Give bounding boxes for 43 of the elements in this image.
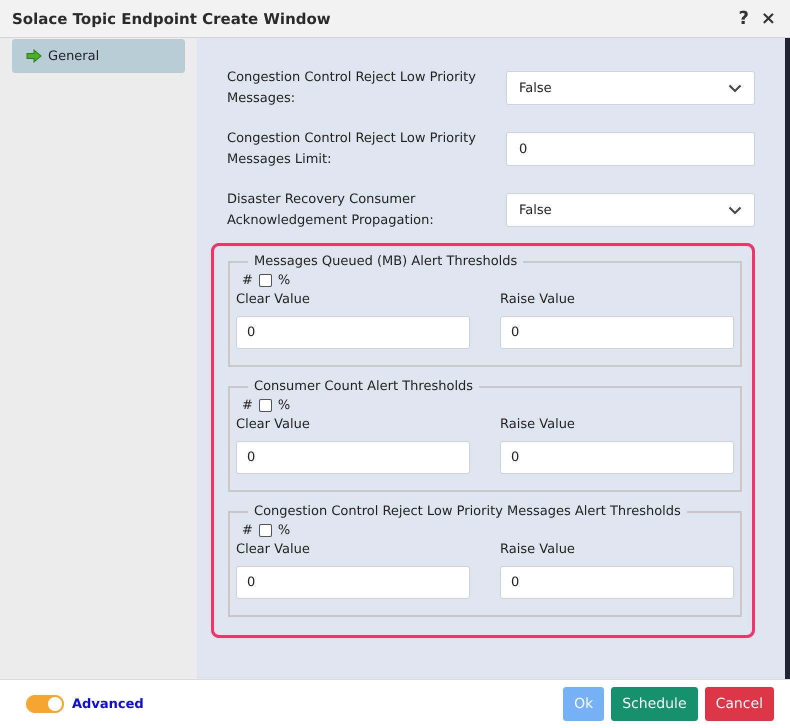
checkbox[interactable] bbox=[258, 274, 272, 287]
sidebar-item-label: General bbox=[48, 48, 100, 64]
advanced-label: Advanced bbox=[72, 696, 144, 712]
field-label: Raise Value bbox=[500, 417, 576, 432]
help-button[interactable]: ? bbox=[736, 8, 751, 29]
input-field[interactable]: 0 bbox=[236, 566, 470, 599]
input-field[interactable]: 0 bbox=[236, 316, 470, 349]
field-label: Raise Value bbox=[500, 542, 576, 557]
chevron-down-icon bbox=[728, 84, 742, 92]
field-label: Clear Value bbox=[236, 292, 311, 307]
window-title: Solace Topic Endpoint Create Window bbox=[12, 10, 331, 28]
dropdown[interactable]: False bbox=[506, 71, 755, 105]
field-label: Disaster Recovery Consumer Acknowledgement Propagation: bbox=[227, 191, 435, 230]
group-title: Consumer Count Alert Thresholds bbox=[253, 379, 474, 394]
input-field[interactable]: 0 bbox=[500, 566, 734, 599]
percent-label: % bbox=[278, 398, 290, 413]
hash-label: # bbox=[242, 523, 253, 538]
hash-label: # bbox=[242, 273, 253, 288]
input-field[interactable]: 0 bbox=[506, 132, 755, 166]
hash-label: # bbox=[242, 398, 253, 413]
input-field[interactable]: 0 bbox=[500, 441, 734, 474]
dropdown[interactable]: False bbox=[506, 193, 755, 227]
field-label: Clear Value bbox=[236, 542, 311, 557]
field-label: Raise Value bbox=[500, 292, 576, 307]
group-title: Congestion Control Reject Low Priority Messages Alert Thresholds bbox=[253, 504, 682, 519]
input-field[interactable]: 0 bbox=[500, 316, 734, 349]
checkbox[interactable] bbox=[258, 524, 272, 537]
chevron-down-icon bbox=[728, 206, 742, 214]
field-label: Congestion Control Reject Low Priority Messages: bbox=[227, 69, 477, 108]
group-title: Messages Queued (MB) Alert Thresholds bbox=[253, 254, 518, 269]
checkbox[interactable] bbox=[258, 399, 272, 412]
sidebar-item[interactable]: General bbox=[12, 39, 185, 73]
toggle-switch[interactable] bbox=[26, 695, 64, 713]
close-button[interactable]: × bbox=[758, 8, 778, 29]
action-button[interactable]: Cancel bbox=[704, 687, 774, 721]
scrollbar[interactable] bbox=[785, 38, 790, 679]
percent-label: % bbox=[278, 523, 290, 538]
arrow-icon bbox=[26, 49, 42, 63]
percent-label: % bbox=[278, 273, 290, 288]
action-button[interactable]: Schedule bbox=[611, 687, 698, 721]
field-label: Congestion Control Reject Low Priority Messages Limit: bbox=[227, 130, 477, 169]
input-field[interactable]: 0 bbox=[236, 441, 470, 474]
field-label: Clear Value bbox=[236, 417, 311, 432]
